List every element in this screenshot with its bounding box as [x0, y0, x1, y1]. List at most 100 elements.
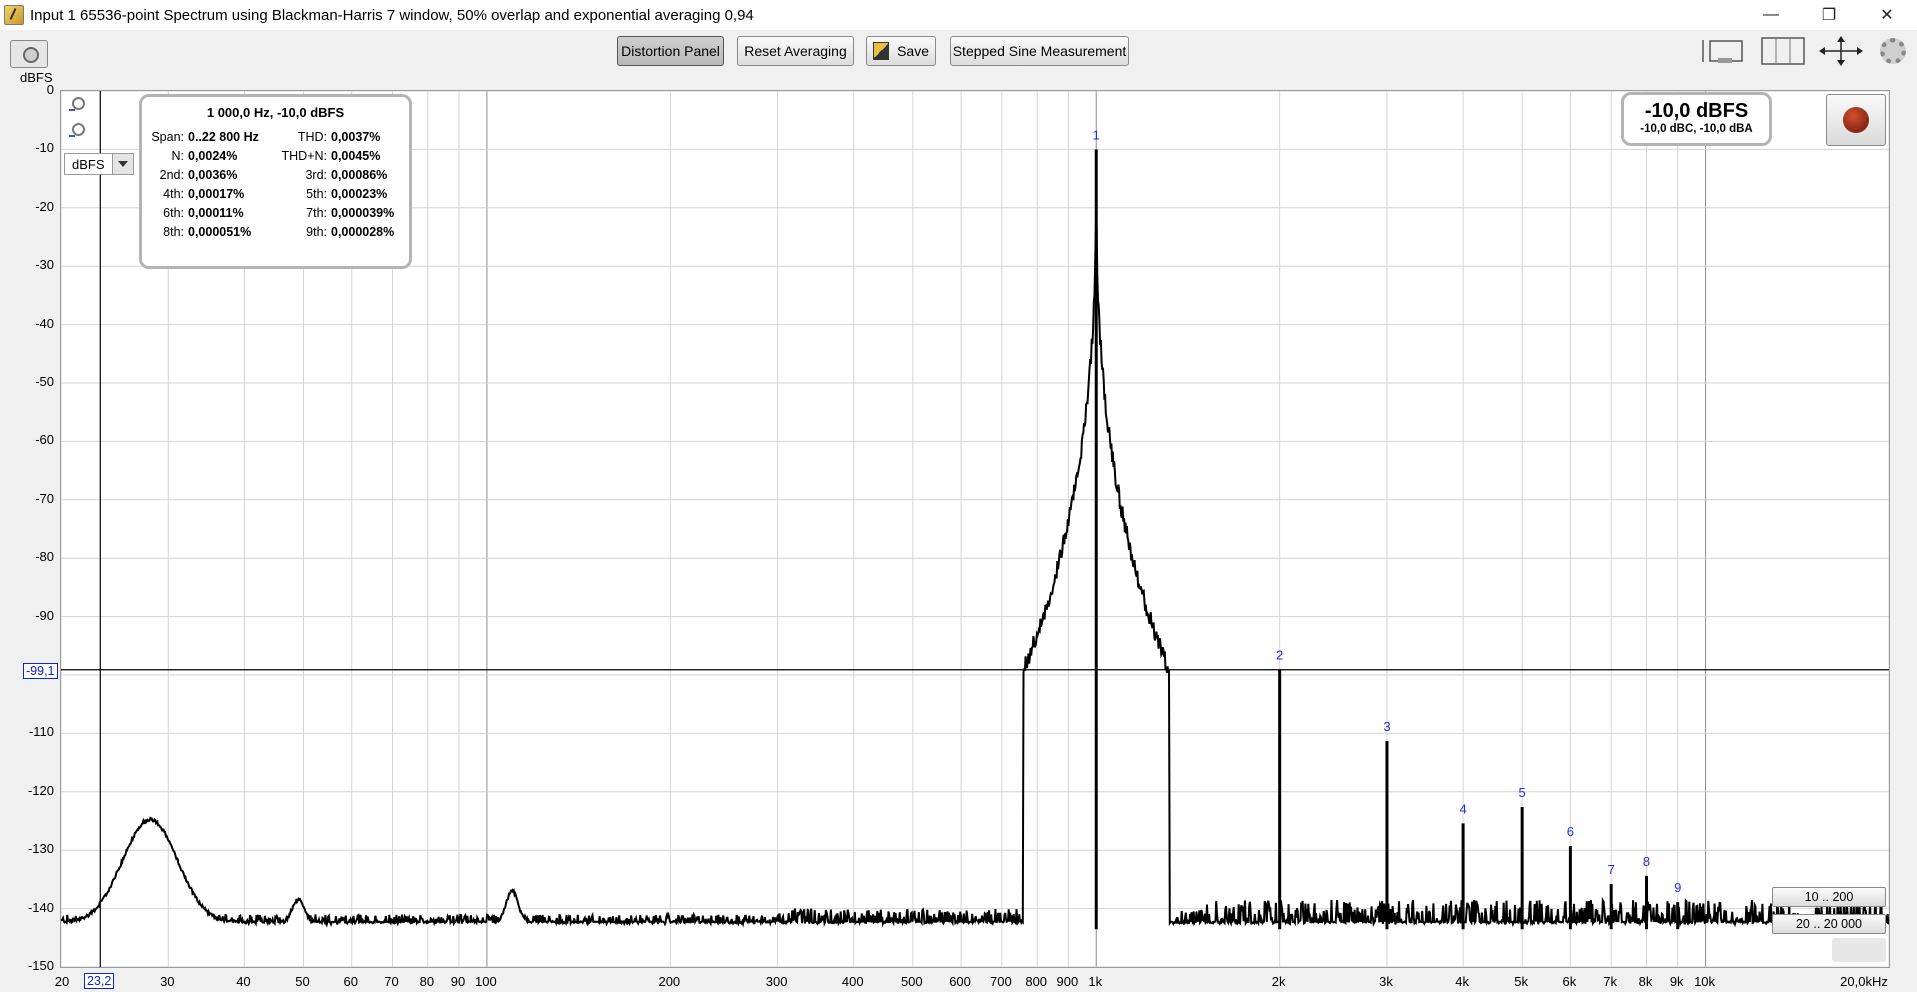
info-value: 0,000028%: [331, 225, 395, 239]
camera-icon[interactable]: [10, 40, 48, 68]
level-readout-panel: -10,0 dBFS -10,0 dBC, -10,0 dBA: [1621, 92, 1772, 146]
info-label: THD+N:: [281, 149, 328, 163]
info-row: 7th: 0,000039%: [260, 206, 394, 224]
graph-layout-icon[interactable]: [1700, 36, 1746, 66]
title-bar: Input 1 65536-point Spectrum using Black…: [0, 0, 1917, 30]
harmonic-label: 3: [1383, 719, 1390, 734]
unit-select[interactable]: dBFS: [64, 153, 134, 175]
x-tick-label: 20,0kHz: [1840, 974, 1888, 989]
x-tick-label: 80: [419, 974, 435, 989]
cursor-y-readout: -99,1: [23, 663, 58, 679]
zoom-in-icon[interactable]: [65, 96, 85, 116]
save-label: Save: [897, 43, 929, 59]
range-button-10-200[interactable]: 10 .. 200: [1772, 887, 1886, 907]
chevron-down-icon[interactable]: [112, 154, 133, 174]
x-tick-label: 900: [1056, 974, 1079, 989]
restore-button[interactable]: ❐: [1800, 0, 1858, 30]
level-main: -10,0 dBFS: [1644, 100, 1749, 122]
close-button[interactable]: ✕: [1858, 0, 1916, 30]
harmonic-label: 9: [1674, 880, 1681, 895]
stepped-sine-button[interactable]: Stepped Sine Measurement: [950, 36, 1129, 66]
save-icon: [873, 42, 890, 60]
distortion-info-panel: 1 000,0 Hz, -10,0 dBFS Span: 0..22 800 H…: [139, 94, 412, 269]
harmonic-label: 7: [1608, 862, 1615, 877]
info-label: N:: [171, 149, 185, 163]
app-icon: [4, 5, 24, 25]
range-button-20-20000[interactable]: 20 .. 20 000: [1772, 914, 1886, 934]
x-tick-label: 50: [295, 974, 310, 989]
unit-select-value: dBFS: [72, 157, 105, 172]
info-row: 6th: 0,00011%: [142, 206, 243, 224]
info-label: 8th:: [163, 225, 184, 239]
info-value: 0,000039%: [331, 206, 395, 220]
info-value: 0,0024%: [188, 149, 238, 163]
x-tick-label: 600: [949, 974, 971, 989]
y-tick-label: -50: [35, 374, 54, 389]
info-row: N: 0,0024%: [142, 149, 238, 167]
info-header: 1 000,0 Hz, -10,0 dBFS: [206, 105, 345, 120]
x-tick-label: 9k: [1669, 974, 1684, 989]
minimize-button[interactable]: —: [1742, 0, 1800, 30]
y-tick-label: -10: [35, 140, 54, 156]
x-tick-label: 8k: [1638, 974, 1653, 989]
info-value: 0,00023%: [331, 187, 388, 201]
info-label: 4th:: [163, 187, 184, 201]
x-tick-label: 30: [160, 974, 175, 989]
harmonic-label: 4: [1459, 801, 1466, 816]
x-tick-label: 400: [841, 974, 864, 989]
info-label: THD:: [297, 130, 327, 144]
reset-averaging-button[interactable]: Reset Averaging: [737, 36, 854, 66]
info-value: 0,0036%: [188, 168, 238, 182]
y-tick-label: -30: [35, 257, 54, 273]
info-label: Span:: [151, 130, 184, 144]
x-tick-label: 100: [475, 974, 497, 989]
record-button[interactable]: [1826, 94, 1886, 146]
info-value: 0,000051%: [188, 225, 252, 239]
scroll-widget[interactable]: [1832, 938, 1886, 962]
distortion-panel-button[interactable]: Distortion Panel: [617, 36, 724, 66]
x-tick-label: 200: [658, 974, 681, 989]
y-tick-label: -40: [35, 315, 54, 331]
y-tick-label: -150: [27, 958, 54, 973]
x-tick-label: 500: [900, 974, 923, 989]
x-tick-label: 3k: [1379, 974, 1393, 989]
harmonic-label: 5: [1519, 785, 1526, 800]
y-tick-label: -20: [35, 198, 54, 214]
info-row: Span: 0..22 800 Hz: [142, 130, 259, 148]
info-value: 0..22 800 Hz: [188, 130, 259, 144]
save-button[interactable]: Save: [866, 36, 936, 66]
info-label: 6th:: [163, 206, 184, 220]
settings-gear-icon[interactable]: [1880, 38, 1906, 64]
x-tick-label: 70: [384, 974, 399, 989]
info-row: 3rd: 0,00086%: [260, 168, 387, 186]
x-tick-label: 5k: [1514, 974, 1529, 989]
level-sub: -10,0 dBC, -10,0 dBA: [1640, 123, 1753, 135]
fit-axes-icon[interactable]: [1818, 36, 1864, 66]
x-tick-label: 1k: [1088, 974, 1103, 989]
spectrum-trace: [60, 225, 1890, 928]
zoom-out-icon[interactable]: [65, 122, 85, 142]
y-tick-label: -120: [27, 782, 54, 798]
window-title: Input 1 65536-point Spectrum using Black…: [30, 6, 754, 24]
info-label: 5th:: [306, 187, 327, 201]
info-row: 8th: 0,000051%: [142, 225, 251, 243]
info-label: 7th:: [306, 206, 327, 220]
x-tick-label: 20: [54, 974, 70, 989]
y-tick-label: -130: [27, 841, 54, 857]
x-tick-label: 800: [1025, 974, 1048, 989]
y-tick-label: -70: [35, 490, 54, 506]
x-tick-label: 300: [765, 974, 788, 989]
info-row: 5th: 0,00023%: [260, 187, 387, 205]
x-tick-label: 2k: [1271, 974, 1286, 989]
info-value: 0,0045%: [331, 149, 381, 163]
info-row: 4th: 0,00017%: [142, 187, 244, 205]
x-tick-label: 6k: [1562, 974, 1577, 989]
harmonic-label: 2: [1276, 648, 1283, 663]
y-tick-label: -110: [28, 724, 54, 740]
info-label: 2nd:: [159, 168, 184, 182]
x-tick-label: 700: [989, 974, 1012, 989]
x-tick-label: 7k: [1603, 974, 1618, 989]
info-value: 0,00086%: [331, 168, 388, 182]
columns-icon[interactable]: [1760, 36, 1806, 66]
info-label: 9th:: [306, 225, 327, 239]
